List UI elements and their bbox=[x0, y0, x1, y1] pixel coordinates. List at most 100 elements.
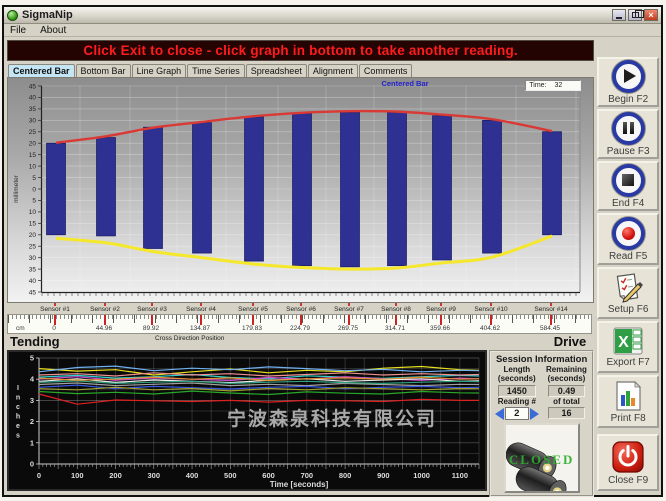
session-title: Session Information bbox=[493, 354, 590, 365]
svg-text:I: I bbox=[17, 385, 19, 392]
svg-text:700: 700 bbox=[301, 471, 314, 480]
time-field: Time: 32 bbox=[525, 80, 581, 91]
sensor-label: Sensor #2 bbox=[80, 306, 130, 313]
read-button[interactable]: Read F5 bbox=[597, 213, 659, 265]
play-icon bbox=[612, 60, 645, 93]
begin-button-label: Begin F2 bbox=[608, 94, 648, 105]
setup-button[interactable]: Setup F6 bbox=[597, 267, 659, 319]
ruler-red-tick bbox=[54, 315, 56, 325]
length-value: 1450 bbox=[498, 385, 536, 397]
close-icon: × bbox=[648, 11, 653, 20]
app-window: SigmaNip × File About Click Exit to clos… bbox=[2, 5, 663, 497]
message-banner: Click Exit to close - click graph in bot… bbox=[7, 40, 594, 61]
reading-stepper: 2 bbox=[493, 407, 541, 420]
app-icon bbox=[7, 10, 18, 21]
tab-spreadsheet[interactable]: Spreadsheet bbox=[246, 64, 307, 77]
session-information-panel: Session Information Length (seconds) Rem… bbox=[489, 350, 594, 497]
pause-button[interactable]: Pause F3 bbox=[597, 109, 659, 159]
minimize-icon bbox=[616, 17, 622, 19]
tab-line-graph[interactable]: Line Graph bbox=[132, 64, 187, 77]
watermark-text: 宁波森泉科技有限公司 bbox=[227, 404, 437, 431]
power-icon bbox=[611, 440, 645, 474]
restore-button[interactable] bbox=[628, 9, 642, 21]
svg-text:n: n bbox=[16, 395, 20, 402]
svg-text:10: 10 bbox=[29, 163, 37, 170]
ruler-value: 179.83 bbox=[230, 325, 274, 332]
ruler-value: 0 bbox=[32, 325, 76, 332]
minimize-button[interactable] bbox=[612, 9, 626, 21]
menu-about[interactable]: About bbox=[40, 25, 66, 36]
window-title: SigmaNip bbox=[22, 9, 73, 21]
nip-rollers-image: CLOSED bbox=[504, 423, 580, 493]
svg-text:30: 30 bbox=[29, 118, 37, 125]
menu-file[interactable]: File bbox=[10, 25, 26, 36]
sensor-bar-1 bbox=[47, 143, 66, 235]
record-icon bbox=[612, 217, 645, 250]
sensor-bar-4 bbox=[193, 123, 212, 253]
print-chart-icon bbox=[612, 380, 644, 412]
drive-label: Drive bbox=[554, 334, 587, 349]
next-reading-arrow-icon[interactable] bbox=[530, 408, 539, 420]
end-button[interactable]: End F4 bbox=[597, 161, 659, 211]
svg-text:45: 45 bbox=[29, 83, 37, 90]
series-sensor-a bbox=[39, 394, 479, 404]
sensor-bar-7 bbox=[341, 112, 360, 266]
ruler-red-tick bbox=[104, 315, 106, 325]
remaining-value: 0.49 bbox=[548, 385, 586, 397]
notepad-icon bbox=[612, 271, 644, 303]
sensor-label: Sensor #10 bbox=[466, 306, 516, 313]
sensor-label: Sensor #14 bbox=[526, 306, 576, 313]
ruler-red-tick bbox=[348, 315, 350, 325]
reading-number-field[interactable]: 2 bbox=[505, 407, 529, 420]
svg-text:0: 0 bbox=[37, 471, 41, 480]
tab-centered-bar[interactable]: Centered Bar bbox=[8, 64, 75, 77]
position-ruler: cm 044.9689.92134.87179.83224.79269.7531… bbox=[7, 314, 592, 334]
restore-icon bbox=[632, 12, 639, 18]
ruler-red-tick bbox=[300, 315, 302, 325]
svg-text:500: 500 bbox=[224, 471, 237, 480]
close-button[interactable]: × bbox=[644, 9, 658, 21]
export-button[interactable]: X Export F7 bbox=[597, 321, 659, 373]
tab-comments[interactable]: Comments bbox=[359, 64, 413, 77]
svg-text:20: 20 bbox=[29, 141, 37, 148]
begin-button[interactable]: Begin F2 bbox=[597, 57, 659, 107]
svg-text:25: 25 bbox=[29, 244, 37, 251]
ruler-value: 89.92 bbox=[129, 325, 173, 332]
svg-text:20: 20 bbox=[29, 232, 37, 239]
svg-text:100: 100 bbox=[71, 471, 84, 480]
tab-alignment[interactable]: Alignment bbox=[308, 64, 358, 77]
read-button-label: Read F5 bbox=[609, 251, 647, 262]
svg-text:35: 35 bbox=[29, 266, 37, 273]
close-app-button-label: Close F9 bbox=[608, 475, 648, 486]
orientation-row: Tending Cross Direction Position Drive bbox=[7, 334, 594, 350]
sensor-bar-2 bbox=[97, 138, 116, 236]
ruler-value: 224.79 bbox=[278, 325, 322, 332]
export-button-label: Export F7 bbox=[606, 357, 649, 368]
svg-text:X: X bbox=[618, 334, 629, 351]
previous-reading-arrow-icon[interactable] bbox=[495, 408, 504, 420]
series-sensor-j bbox=[39, 373, 479, 376]
svg-text:30: 30 bbox=[29, 255, 37, 262]
pause-button-label: Pause F3 bbox=[607, 146, 650, 157]
svg-text:40: 40 bbox=[29, 95, 37, 102]
centered-bar-chart-panel: 45403530252015105051015202530354045milli… bbox=[7, 77, 594, 303]
svg-text:15: 15 bbox=[29, 152, 37, 159]
ruler-red-tick bbox=[550, 315, 552, 325]
ruler-value: 314.71 bbox=[373, 325, 417, 332]
menu-bar: File About bbox=[4, 24, 661, 37]
sensor-label: Sensor #1 bbox=[30, 306, 80, 313]
close-app-button[interactable]: Close F9 bbox=[597, 434, 659, 491]
svg-text:200: 200 bbox=[109, 471, 122, 480]
time-series-graph[interactable]: 0100200300400500600700800900100011000123… bbox=[7, 350, 487, 491]
svg-text:800: 800 bbox=[339, 471, 352, 480]
series-sensor-b bbox=[39, 391, 479, 394]
svg-text:1: 1 bbox=[30, 438, 34, 447]
print-button[interactable]: Print F8 bbox=[597, 375, 659, 428]
ruler-red-tick bbox=[151, 315, 153, 325]
sensor-label: Sensor #5 bbox=[228, 306, 278, 313]
sensor-label: Sensor #7 bbox=[324, 306, 374, 313]
tab-time-series[interactable]: Time Series bbox=[187, 64, 245, 77]
tab-bottom-bar[interactable]: Bottom Bar bbox=[76, 64, 131, 77]
svg-text:h: h bbox=[16, 414, 20, 421]
svg-text:Time [seconds]: Time [seconds] bbox=[270, 480, 329, 489]
